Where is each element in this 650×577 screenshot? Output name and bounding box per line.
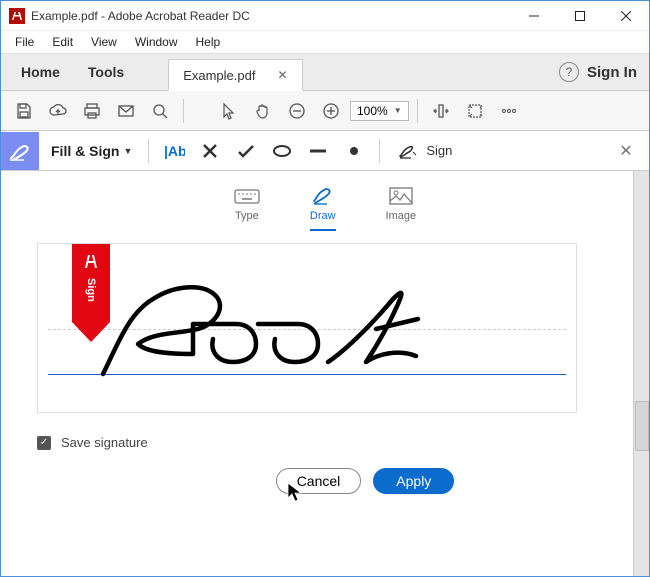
- line-icon[interactable]: [303, 136, 333, 166]
- menu-edit[interactable]: Edit: [44, 33, 81, 51]
- tab-close-icon[interactable]: ✕: [277, 68, 287, 82]
- tabs-row: Home Tools Example.pdf ✕ ? Sign In: [1, 53, 649, 91]
- chevron-down-icon: ▼: [123, 146, 132, 156]
- x-mark-icon[interactable]: [195, 136, 225, 166]
- email-icon[interactable]: [111, 96, 141, 126]
- method-type-label: Type: [235, 210, 259, 222]
- tab-document[interactable]: Example.pdf ✕: [168, 59, 302, 91]
- sign-here-label: Sign: [85, 278, 97, 302]
- zoom-value[interactable]: 100% ▼: [350, 101, 409, 121]
- save-signature-row: ✓ Save signature: [37, 435, 613, 450]
- add-text-icon[interactable]: |Ab: [159, 136, 189, 166]
- print-icon[interactable]: [77, 96, 107, 126]
- fit-page-icon[interactable]: [460, 96, 490, 126]
- draw-icon: [311, 185, 335, 207]
- close-window-button[interactable]: [603, 1, 649, 31]
- menu-view[interactable]: View: [83, 33, 125, 51]
- sign-button[interactable]: Sign: [390, 142, 460, 160]
- more-icon[interactable]: [494, 96, 524, 126]
- tab-tools-label: Tools: [88, 64, 124, 80]
- right-scrollbar[interactable]: [633, 171, 649, 576]
- selection-icon[interactable]: [214, 96, 244, 126]
- save-signature-label: Save signature: [61, 435, 148, 450]
- fill-sign-toolbar: Fill & Sign ▼ |Ab Sign ✕: [1, 131, 649, 171]
- sign-button-label: Sign: [426, 143, 452, 158]
- apply-button[interactable]: Apply: [373, 468, 454, 494]
- fill-sign-badge-icon: [1, 132, 39, 170]
- cancel-button[interactable]: Cancel: [276, 468, 362, 494]
- save-icon[interactable]: [9, 96, 39, 126]
- acrobat-logo-icon: [81, 252, 101, 272]
- tab-home-label: Home: [21, 64, 60, 80]
- pan-icon[interactable]: [248, 96, 278, 126]
- chevron-down-icon: ▼: [394, 106, 402, 115]
- sign-in-button[interactable]: Sign In: [587, 64, 637, 81]
- fill-sign-title-label: Fill & Sign: [51, 143, 119, 159]
- image-icon: [389, 185, 413, 207]
- menu-window[interactable]: Window: [127, 33, 186, 51]
- maximize-button[interactable]: [557, 1, 603, 31]
- dot-icon[interactable]: [339, 136, 369, 166]
- zoom-value-label: 100%: [357, 104, 388, 118]
- app-icon: [9, 8, 25, 24]
- fill-sign-dropdown[interactable]: Fill & Sign ▼: [45, 143, 138, 159]
- circle-icon[interactable]: [267, 136, 297, 166]
- content-area: Type Draw Image Sign: [1, 171, 649, 576]
- method-image-label: Image: [386, 210, 417, 222]
- right-panel-handle[interactable]: [635, 401, 649, 451]
- method-type[interactable]: Type: [228, 183, 266, 233]
- tab-document-label: Example.pdf: [183, 68, 255, 83]
- title-bar: Example.pdf - Adobe Acrobat Reader DC: [1, 1, 649, 31]
- svg-text:|Ab: |Ab: [164, 143, 185, 159]
- zoom-in-icon[interactable]: [316, 96, 346, 126]
- main-toolbar: 100% ▼: [1, 91, 649, 131]
- minimize-button[interactable]: [511, 1, 557, 31]
- dialog-buttons: Cancel Apply: [117, 468, 613, 494]
- window-title: Example.pdf - Adobe Acrobat Reader DC: [31, 9, 250, 23]
- menu-bar: File Edit View Window Help: [1, 31, 649, 53]
- signature-drawing: [98, 274, 468, 384]
- signature-canvas[interactable]: Sign: [37, 243, 577, 413]
- zoom-out-icon[interactable]: [282, 96, 312, 126]
- close-panel-button[interactable]: ✕: [611, 136, 641, 166]
- menu-help[interactable]: Help: [188, 33, 229, 51]
- save-signature-checkbox[interactable]: ✓: [37, 436, 51, 450]
- cloud-icon[interactable]: [43, 96, 73, 126]
- menu-file[interactable]: File: [7, 33, 42, 51]
- method-draw-label: Draw: [310, 210, 336, 222]
- signature-method-tabs: Type Draw Image: [37, 183, 613, 233]
- keyboard-icon: [234, 185, 260, 207]
- search-icon[interactable]: [145, 96, 175, 126]
- fit-width-icon[interactable]: [426, 96, 456, 126]
- help-icon[interactable]: ?: [559, 62, 579, 82]
- pen-icon: [398, 142, 420, 160]
- method-image[interactable]: Image: [380, 183, 423, 233]
- tab-tools[interactable]: Tools: [74, 54, 138, 90]
- tab-home[interactable]: Home: [7, 54, 74, 90]
- method-draw[interactable]: Draw: [304, 183, 342, 233]
- checkmark-icon[interactable]: [231, 136, 261, 166]
